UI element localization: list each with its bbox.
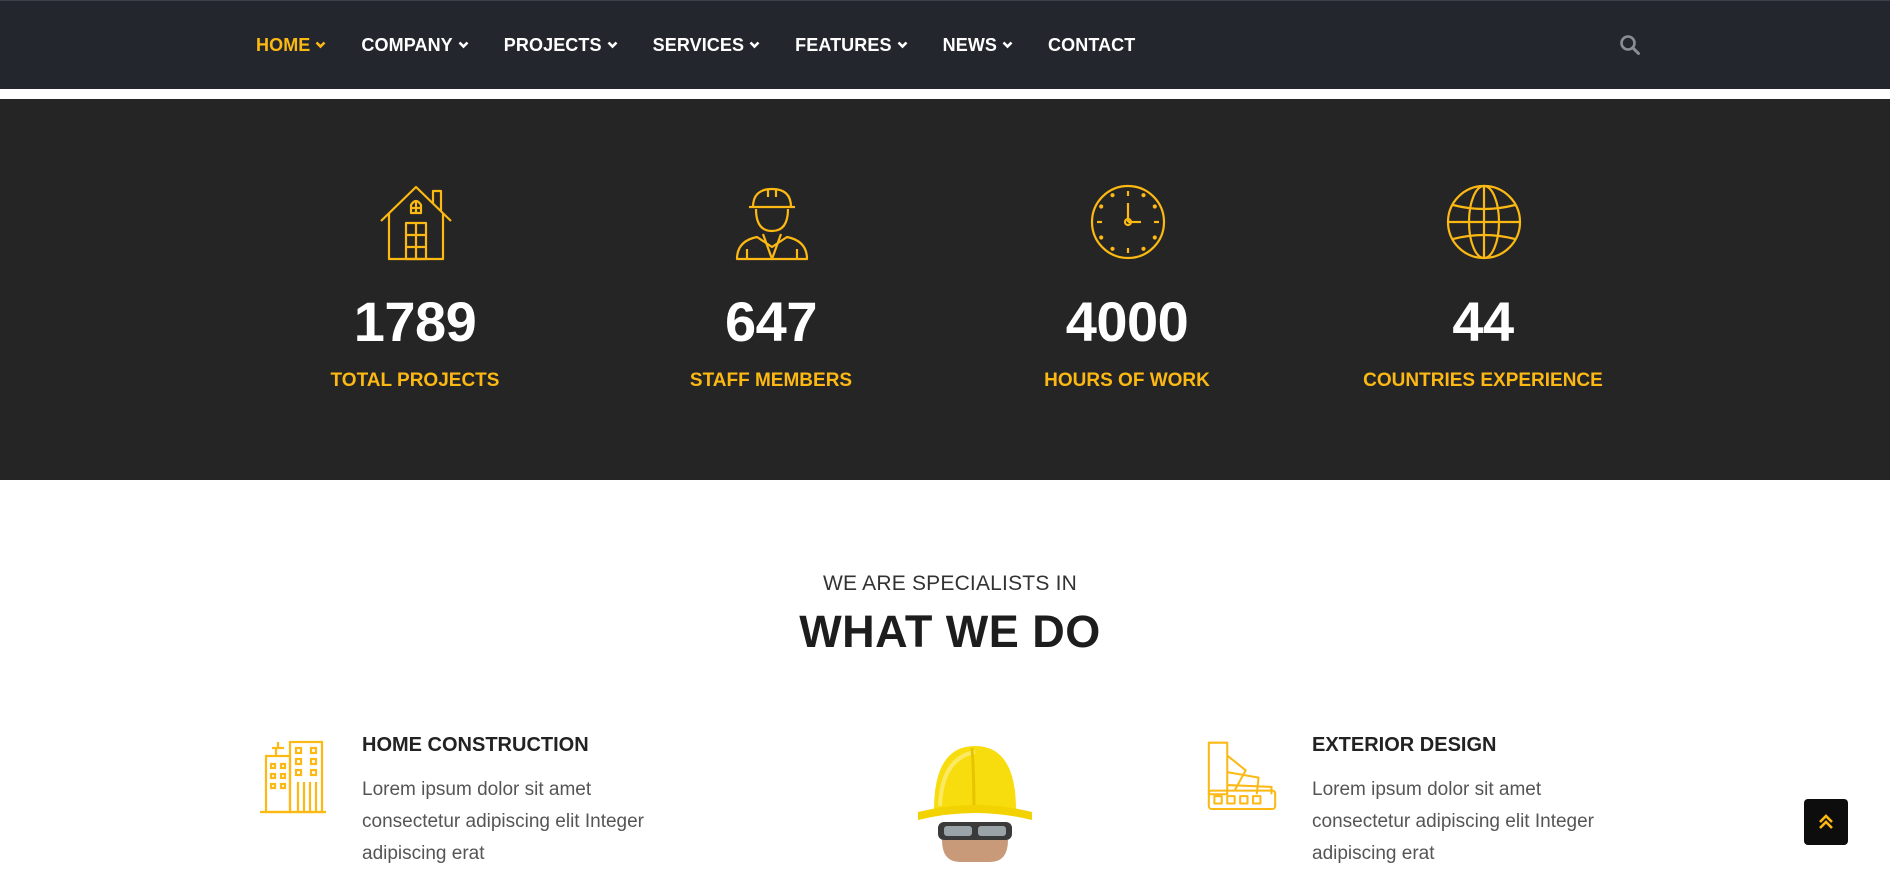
stat-number: 1789 xyxy=(353,290,477,353)
chevron-down-icon xyxy=(749,41,760,48)
service-description: Lorem ipsum dolor sit amet consectetur a… xyxy=(362,779,644,864)
service-title: HOME CONSTRUCTION xyxy=(362,734,589,756)
nav-item-label: COMPANY xyxy=(361,35,453,55)
stat-label: HOURS OF WORK xyxy=(1044,370,1210,391)
nav-item-features[interactable]: FEATURES xyxy=(795,35,908,56)
nav-item-label: CONTACT xyxy=(1048,35,1136,55)
nav-item-news[interactable]: NEWS xyxy=(943,35,1013,56)
house-icon xyxy=(380,185,452,261)
nav-item-home[interactable]: HOME xyxy=(256,35,326,56)
stat-number: 4000 xyxy=(1065,290,1189,353)
stats-section: 1789 TOTAL PROJECTS 647 STAFF MEMBERS 40… xyxy=(0,99,1890,480)
globe-icon xyxy=(1446,184,1522,260)
worker-image xyxy=(900,736,1050,862)
service-title: EXTERIOR DESIGN xyxy=(1312,734,1497,756)
double-chevron-up-icon xyxy=(1819,814,1833,829)
nav-item-label: PROJECTS xyxy=(503,35,602,55)
chevron-down-icon xyxy=(458,41,469,48)
chevron-down-icon xyxy=(1002,41,1013,48)
clock-icon xyxy=(1090,184,1166,260)
nav-menu: HOME COMPANY PROJECTS SERVICES FEATURES … xyxy=(256,35,1170,56)
nav-item-label: SERVICES xyxy=(652,35,745,55)
nav-item-projects[interactable]: PROJECTS xyxy=(504,35,618,56)
stat-number: 44 xyxy=(1452,290,1514,353)
chevron-down-icon xyxy=(315,41,326,48)
nav-item-label: NEWS xyxy=(942,35,998,55)
stat-label: COUNTRIES EXPERIENCE xyxy=(1363,370,1603,391)
scroll-to-top-button[interactable] xyxy=(1804,799,1848,845)
nav-item-contact[interactable]: CONTACT xyxy=(1048,35,1135,56)
chevron-down-icon xyxy=(607,41,618,48)
color-swatch-icon xyxy=(1207,741,1277,811)
worker-icon xyxy=(735,187,809,261)
buildings-icon xyxy=(260,740,326,814)
stat-label: STAFF MEMBERS xyxy=(689,370,853,391)
service-description: Lorem ipsum dolor sit amet consectetur a… xyxy=(1312,779,1594,864)
nav-item-company[interactable]: COMPANY xyxy=(361,35,469,56)
search-button[interactable] xyxy=(1619,34,1641,61)
nav-item-label: HOME xyxy=(256,35,311,55)
search-icon xyxy=(1620,35,1640,55)
section-subtitle: WE ARE SPECIALISTS IN xyxy=(823,572,1077,595)
stat-label: TOTAL PROJECTS xyxy=(330,370,500,391)
nav-item-services[interactable]: SERVICES xyxy=(653,35,761,56)
nav-item-label: FEATURES xyxy=(795,35,892,55)
stat-number: 647 xyxy=(725,290,817,353)
main-navbar: HOME COMPANY PROJECTS SERVICES FEATURES … xyxy=(0,0,1890,89)
chevron-down-icon xyxy=(897,41,908,48)
section-title: WHAT WE DO xyxy=(799,606,1101,657)
